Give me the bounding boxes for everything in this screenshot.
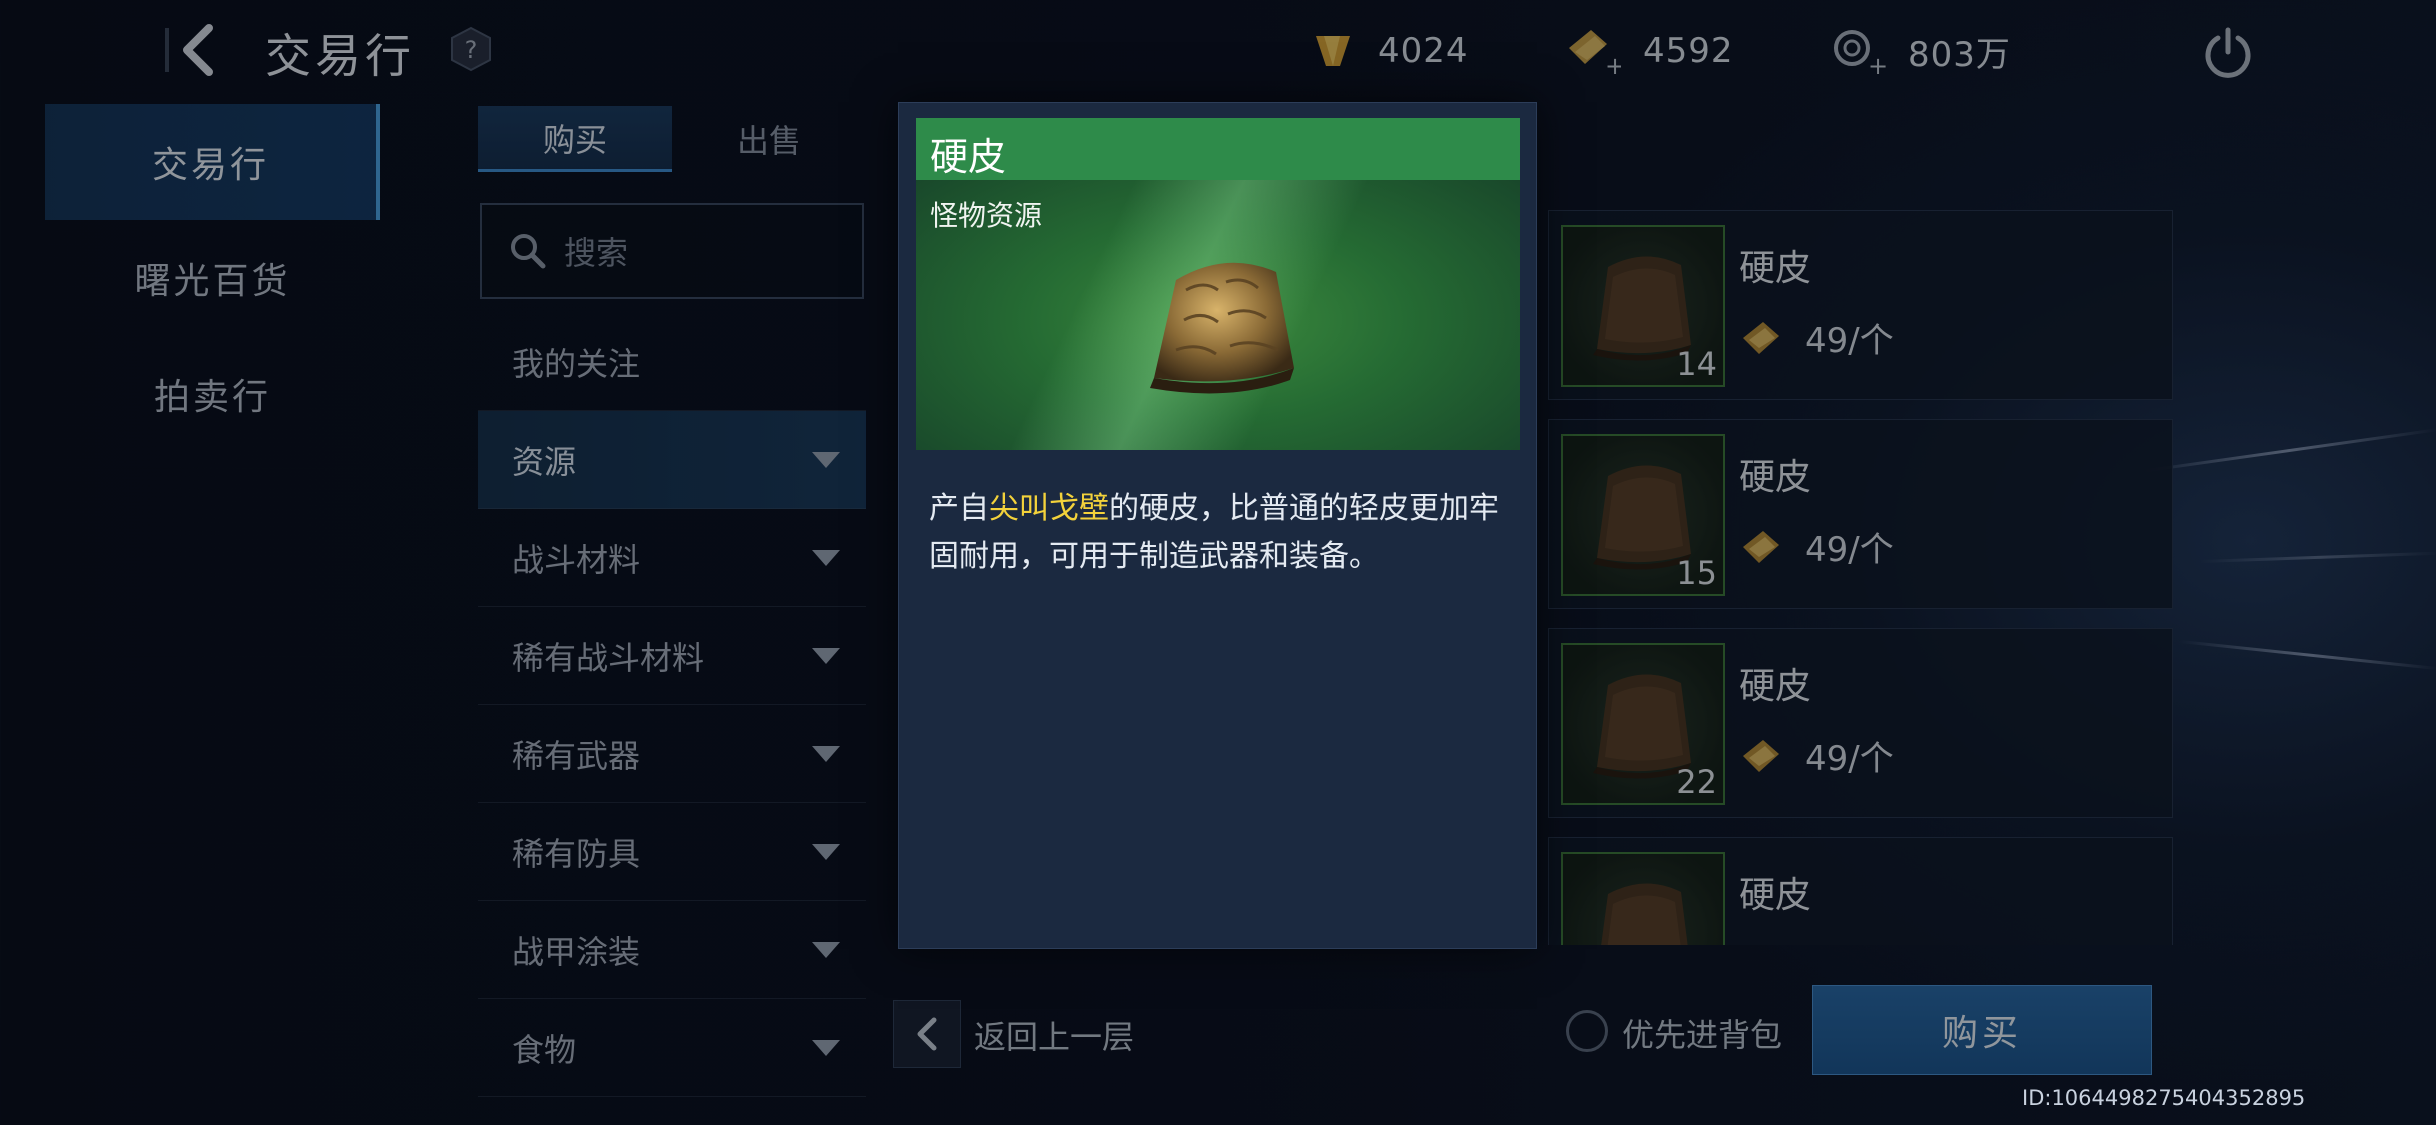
item-name: 硬皮 <box>1739 666 1812 707</box>
item-quantity: 15 <box>1676 554 1717 592</box>
currency-crystal: 4024 <box>1310 26 1469 76</box>
buy-button[interactable]: 购买 <box>1812 985 2152 1075</box>
category-item-rare-weapons[interactable]: 稀有武器 <box>478 705 866 803</box>
category-item-watchlist[interactable]: 我的关注 <box>478 313 866 411</box>
category-item-resources[interactable]: 资源 <box>478 411 866 509</box>
category-label: 资源 <box>512 442 577 481</box>
chevron-left-icon <box>917 1017 937 1051</box>
triangle-down-icon <box>812 647 840 664</box>
triangle-down-icon <box>812 451 840 468</box>
search-input[interactable]: 搜索 <box>480 203 864 299</box>
power-icon[interactable] <box>2200 24 2256 80</box>
category-label: 稀有战斗材料 <box>512 638 705 677</box>
page-title: 交易行 <box>265 29 415 83</box>
svg-text:?: ? <box>465 36 478 64</box>
popup-title: 硬皮 <box>930 135 1007 179</box>
crystal-currency-icon <box>1316 36 1350 66</box>
category-item-armor-paint[interactable]: 战甲涂装 <box>478 901 866 999</box>
item-quantity: 14 <box>1676 345 1717 383</box>
priority-backpack-label[interactable]: 优先进背包 <box>1622 1010 1782 1056</box>
popup-header: 硬皮 <box>916 118 1520 180</box>
category-item-combat-materials[interactable]: 战斗材料 <box>478 509 866 607</box>
tab-sell[interactable]: 出售 <box>672 106 866 172</box>
background-streak <box>2179 640 2436 671</box>
back-label[interactable]: 返回上一层 <box>974 1012 1134 1058</box>
top-bar: 交易行 ? 4024 + 4592 + 803万 <box>0 0 2436 100</box>
hard-leather-icon <box>1150 262 1294 394</box>
item-price: 49/个 <box>1739 522 1894 571</box>
category-label: 食物 <box>512 1030 577 1069</box>
gold-currency-icon <box>1743 530 1779 563</box>
coin-currency-add-icon[interactable]: + <box>1830 26 1886 76</box>
nav-item-auction[interactable]: 拍卖行 <box>45 336 380 452</box>
popup-description: 产自尖叫戈壁的硬皮，比普通的轻皮更加牢固耐用，可用于制造武器和装备。 <box>929 485 1509 581</box>
tab-buy[interactable]: 购买 <box>478 106 672 172</box>
nav-item-trade[interactable]: 交易行 <box>45 104 380 220</box>
triangle-down-icon <box>812 745 840 762</box>
triangle-down-icon <box>812 1039 840 1056</box>
category-item-rare-armor[interactable]: 稀有防具 <box>478 803 866 901</box>
item-thumbnail: 15 <box>1561 434 1725 596</box>
left-nav: 交易行 曙光百货 拍卖行 <box>45 104 380 452</box>
category-item-rare-combat-materials[interactable]: 稀有战斗材料 <box>478 607 866 705</box>
category-item-food[interactable]: 食物 <box>478 999 866 1097</box>
item-list: 14 硬皮 49/个 15 硬皮 49/个 22 硬皮 49/个 硬皮 <box>1548 210 2173 945</box>
currency-gold[interactable]: + 4592 <box>1565 26 1734 76</box>
popup-subtitle: 怪物资源 <box>930 199 1043 232</box>
item-price: 49/个 <box>1739 731 1894 780</box>
background-streak <box>2139 428 2436 473</box>
hard-leather-icon <box>1601 883 1688 945</box>
item-card[interactable]: 22 硬皮 49/个 <box>1548 628 2173 818</box>
currency-coin[interactable]: + 803万 <box>1830 26 2011 76</box>
priority-backpack-radio[interactable] <box>1566 1010 1608 1052</box>
popup-item-image: 怪物资源 <box>916 180 1520 450</box>
item-price-value: 49/个 <box>1805 321 1894 361</box>
gold-currency-add-icon[interactable]: + <box>1565 26 1621 76</box>
item-card[interactable]: 硬皮 <box>1548 837 2173 945</box>
item-card[interactable]: 15 硬皮 49/个 <box>1548 419 2173 609</box>
currency-value: 803万 <box>1908 34 2011 75</box>
description-text: 产自 <box>929 491 989 526</box>
category-label: 稀有防具 <box>512 834 641 873</box>
user-id: ID:1064498275404352895 <box>2022 1086 2306 1110</box>
item-quantity: 22 <box>1676 763 1717 801</box>
category-list: 我的关注 资源 战斗材料 稀有战斗材料 稀有武器 稀有防具 战甲涂装 食物 <box>478 313 866 1097</box>
background-streak <box>2199 551 2436 563</box>
back-button[interactable] <box>893 1000 961 1068</box>
svg-text:+: + <box>1868 52 1886 76</box>
gold-currency-icon <box>1743 321 1779 354</box>
currency-value: 4592 <box>1643 31 1734 71</box>
item-thumbnail <box>1561 852 1725 945</box>
currency-value: 4024 <box>1378 31 1469 71</box>
category-label: 我的关注 <box>512 344 641 383</box>
item-name: 硬皮 <box>1739 248 1812 289</box>
item-price-value: 49/个 <box>1805 530 1894 570</box>
category-label: 战甲涂装 <box>512 932 641 971</box>
buy-sell-tabs: 购买 出售 <box>478 106 866 172</box>
category-label: 稀有武器 <box>512 736 641 775</box>
help-icon[interactable]: ? <box>448 26 494 72</box>
category-label: 战斗材料 <box>512 540 641 579</box>
item-name: 硬皮 <box>1739 457 1812 498</box>
gold-currency-icon <box>1743 739 1779 772</box>
item-thumbnail: 22 <box>1561 643 1725 805</box>
search-placeholder: 搜索 <box>564 234 629 272</box>
back-arrow-icon[interactable] <box>165 18 235 82</box>
item-thumbnail: 14 <box>1561 225 1725 387</box>
triangle-down-icon <box>812 843 840 860</box>
item-card[interactable]: 14 硬皮 49/个 <box>1548 210 2173 400</box>
item-name: 硬皮 <box>1739 875 1812 916</box>
search-icon <box>511 234 546 269</box>
item-price: 49/个 <box>1739 313 1894 362</box>
triangle-down-icon <box>812 941 840 958</box>
location-highlight: 尖叫戈壁 <box>989 491 1109 526</box>
item-detail-popup: 硬皮 怪物资源 产自尖叫戈壁的硬皮，比普通的轻皮更加牢固耐用，可用于制造武器和装… <box>898 102 1537 949</box>
svg-text:+: + <box>1605 52 1621 76</box>
triangle-down-icon <box>812 549 840 566</box>
item-price-value: 49/个 <box>1805 739 1894 779</box>
nav-item-dawn-store[interactable]: 曙光百货 <box>45 220 380 336</box>
